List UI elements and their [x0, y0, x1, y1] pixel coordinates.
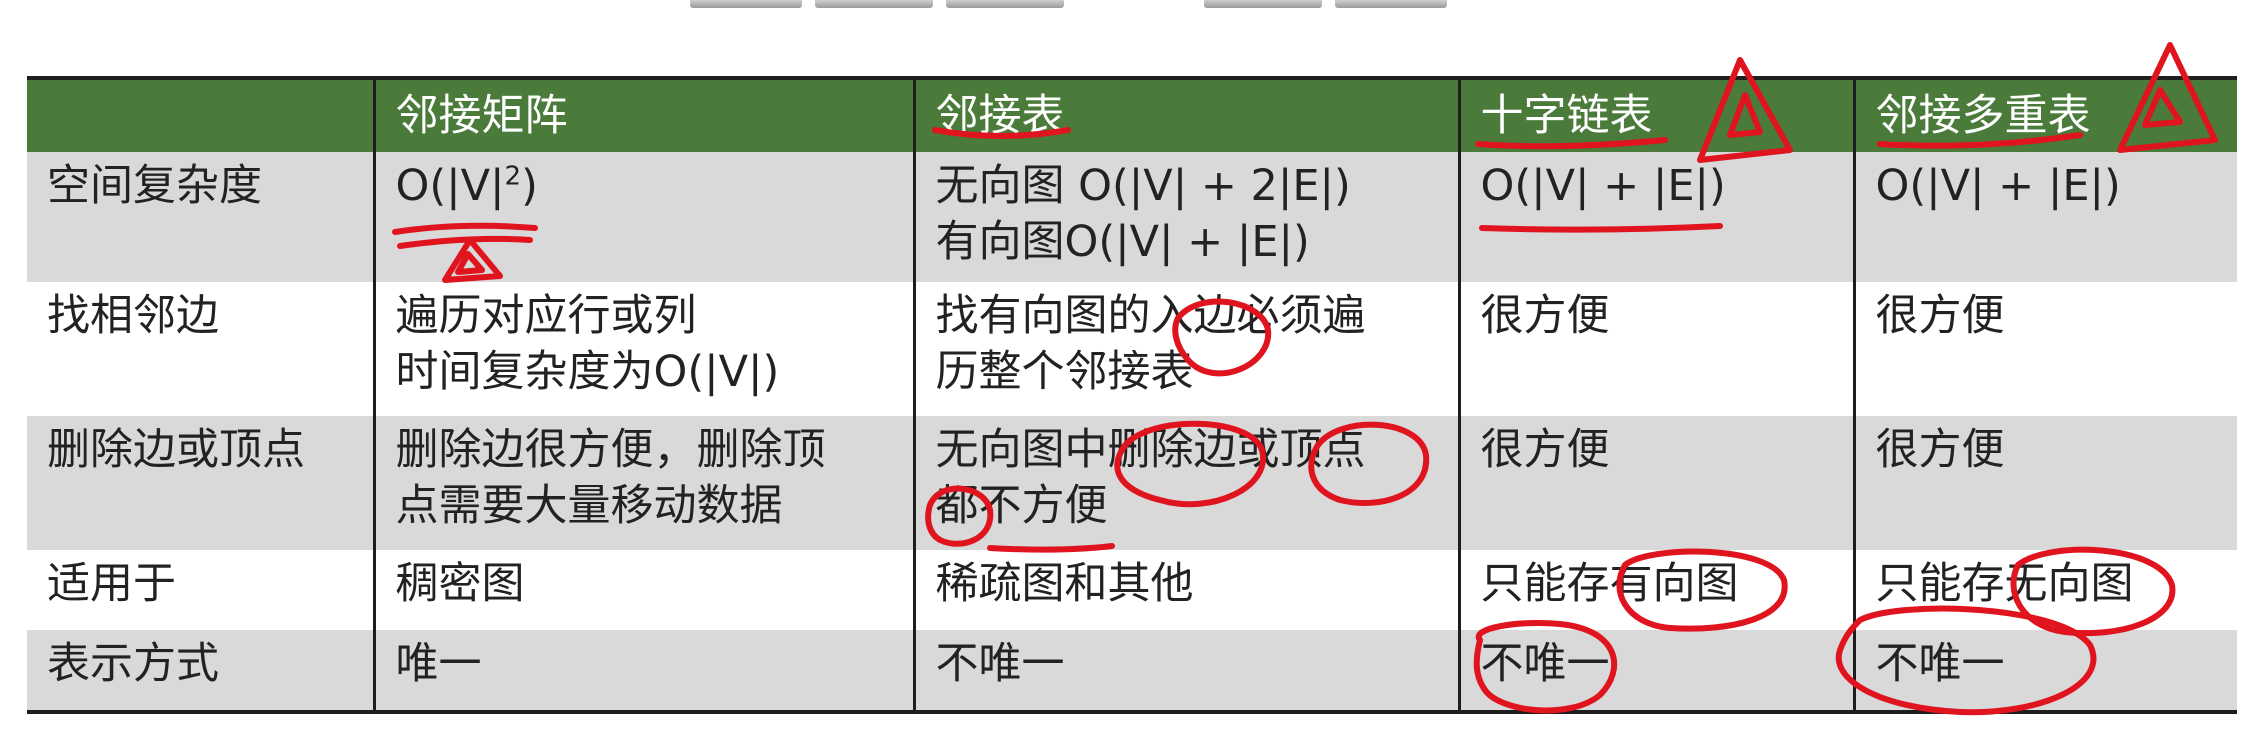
table-cell: 不唯一 [912, 630, 1459, 712]
toolbar-tab[interactable] [690, 0, 802, 8]
table-row-delete-edge-or-vertex: 删除边或顶点 删除边很方便，删除顶 点需要大量移动数据 无向图中删除边或顶点 都不方… [27, 416, 2237, 550]
graph-storage-comparison-table: 邻接矩阵 邻接表 十字链表 邻接多重表 空间复杂度 O(|V|2) 无向图 O(… [27, 76, 2237, 714]
table-cell: 只能存无向图 [1852, 550, 2237, 630]
table-cell: 很方便 [1852, 416, 2237, 550]
table-cell: 很方便 [1852, 282, 2237, 416]
table-cell: 稠密图 [372, 550, 914, 630]
table-cell: O(|V|2) [372, 152, 914, 282]
header-adjacency-matrix: 邻接矩阵 [372, 78, 914, 152]
table-cell: 遍历对应行或列 时间复杂度为O(|V|) [372, 282, 914, 416]
table-cell: 找有向图的入边必须遍 历整个邻接表 [912, 282, 1459, 416]
table-cell: 唯一 [372, 630, 914, 712]
table-cell: 删除边很方便，删除顶 点需要大量移动数据 [372, 416, 914, 550]
table-cell: 稀疏图和其他 [912, 550, 1459, 630]
header-row: 邻接矩阵 邻接表 十字链表 邻接多重表 [27, 78, 2237, 152]
row-label: 删除边或顶点 [27, 416, 374, 550]
toolbar-tab[interactable] [1335, 0, 1447, 8]
table-cell: 不唯一 [1457, 630, 1854, 712]
toolbar-tab[interactable] [946, 0, 1064, 8]
table-row-space-complexity: 空间复杂度 O(|V|2) 无向图 O(|V| + 2|E|) 有向图O(|V| … [27, 152, 2237, 282]
table-cell: 只能存有向图 [1457, 550, 1854, 630]
toolbar-tab[interactable] [1204, 0, 1322, 8]
table-cell: 不唯一 [1852, 630, 2237, 712]
table-row-suitable-for: 适用于 稠密图 稀疏图和其他 只能存有向图 只能存无向图 [27, 550, 2237, 630]
table-cell: O(|V| + |E|) [1457, 152, 1854, 282]
table-cell: 无向图 O(|V| + 2|E|) 有向图O(|V| + |E|) [912, 152, 1459, 282]
header-adjacency-multilist: 邻接多重表 [1852, 78, 2237, 152]
row-label: 找相邻边 [27, 282, 374, 416]
table-cell: 很方便 [1457, 282, 1854, 416]
header-corner [27, 78, 374, 152]
toolbar-tab[interactable] [815, 0, 933, 8]
header-adjacency-list: 邻接表 [912, 78, 1459, 152]
table-row-find-adjacent-edges: 找相邻边 遍历对应行或列 时间复杂度为O(|V|) 找有向图的入边必须遍 历整个邻接… [27, 282, 2237, 416]
row-label: 空间复杂度 [27, 152, 374, 282]
table-cell: 无向图中删除边或顶点 都不方便 [912, 416, 1459, 550]
table-cell: O(|V| + |E|) [1852, 152, 2237, 282]
row-label: 表示方式 [27, 630, 374, 712]
table-row-representation: 表示方式 唯一 不唯一 不唯一 不唯一 [27, 630, 2237, 712]
header-orthogonal-list: 十字链表 [1457, 78, 1854, 152]
table-cell: 很方便 [1457, 416, 1854, 550]
row-label: 适用于 [27, 550, 374, 630]
